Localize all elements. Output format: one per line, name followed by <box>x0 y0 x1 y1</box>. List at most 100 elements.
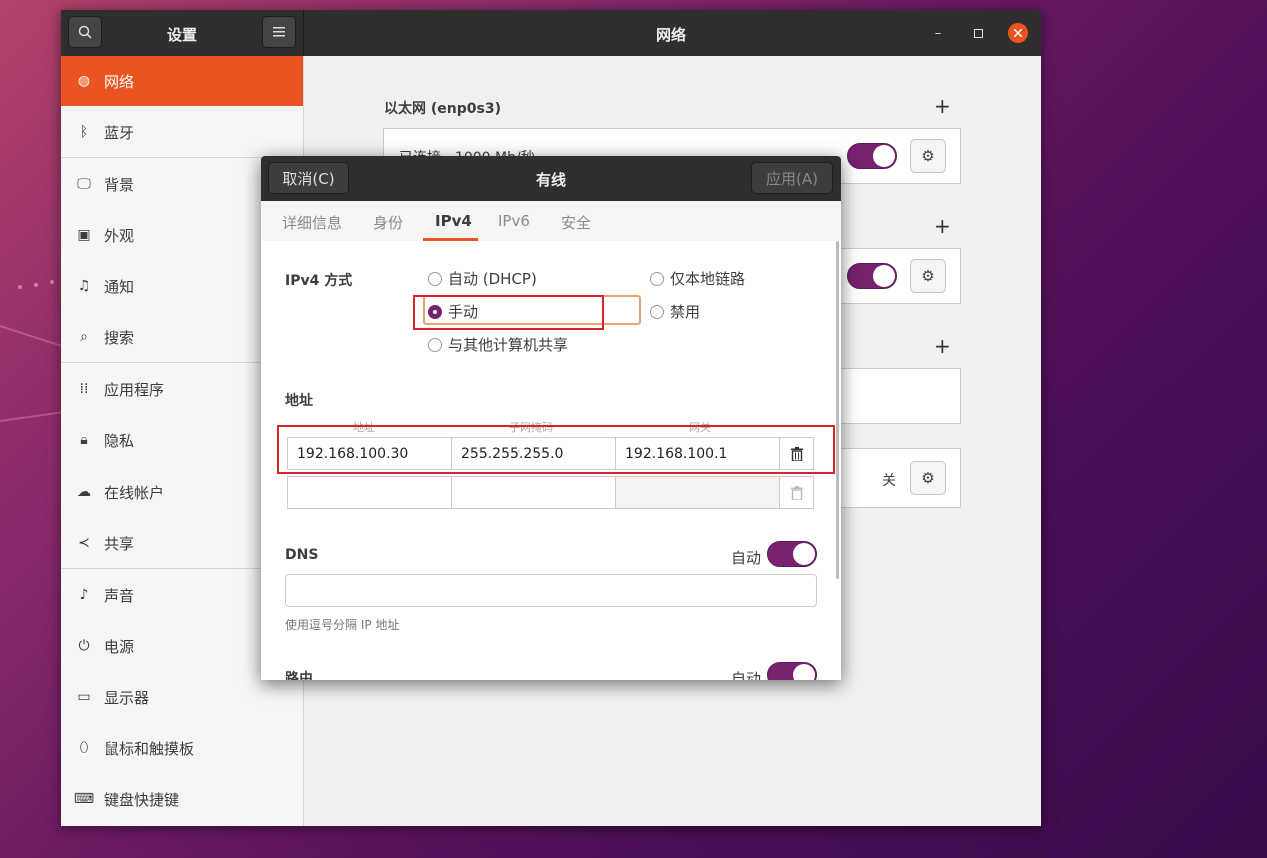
power-icon: ⏻ <box>78 638 90 654</box>
dns-label: DNS <box>285 547 319 563</box>
tab-ipv6[interactable]: IPv6 <box>498 212 530 230</box>
sidebar-item-label: 网络 <box>104 72 135 91</box>
dialog-tabs: 详细信息 身份 IPv4 IPv6 安全 <box>261 201 841 242</box>
search-icon <box>78 25 92 39</box>
sidebar-item-label: 搜索 <box>104 328 135 347</box>
radio-icon <box>428 337 442 352</box>
display-icon: ▭ <box>77 689 91 705</box>
radio-icon <box>650 304 664 319</box>
apps-grid-icon: ⁞⁞ <box>79 381 89 397</box>
plus-icon: + <box>934 334 951 358</box>
ethernet-toggle[interactable] <box>847 143 897 169</box>
mouse-icon: ⬯ <box>79 740 89 756</box>
sidebar-item-bluetooth[interactable]: ᛒ 蓝牙 <box>61 107 303 157</box>
address-input[interactable] <box>287 476 452 509</box>
method-label: 自动 (DHCP) <box>448 270 537 288</box>
gear-icon: ⚙ <box>921 267 935 285</box>
background-icon: 🖵 <box>77 176 91 192</box>
search-button[interactable] <box>68 16 102 48</box>
search-icon: ⌕ <box>80 329 88 345</box>
add-connection-button[interactable]: + <box>934 334 951 358</box>
title-bar: 设置 网络 – <box>61 10 1041 56</box>
ethernet-settings-button[interactable]: ⚙ <box>910 139 946 173</box>
ipv4-method-label: IPv4 方式 <box>285 273 353 289</box>
network-icon: ◍ <box>77 73 91 89</box>
sidebar-item-label: 键盘快捷键 <box>104 790 180 809</box>
menu-button[interactable] <box>262 16 296 48</box>
title-separator <box>303 10 304 56</box>
tab-details[interactable]: 详细信息 <box>282 212 342 233</box>
radio-icon <box>428 271 442 286</box>
proxy-settings-button[interactable]: ⚙ <box>910 461 946 495</box>
sidebar-item-mouse[interactable]: ⬯ 鼠标和触摸板 <box>61 723 303 773</box>
bluetooth-icon: ᛒ <box>79 124 89 140</box>
music-note-icon: ♪ <box>79 587 89 603</box>
tab-ipv4[interactable]: IPv4 <box>435 212 472 230</box>
dialog-header: 取消(C) 有线 应用(A) <box>261 156 841 201</box>
sidebar-item-network[interactable]: ◍ 网络 <box>61 56 303 106</box>
delete-row-button[interactable] <box>780 476 814 509</box>
gear-icon: ⚙ <box>921 469 935 487</box>
method-disable[interactable]: 禁用 <box>650 301 700 322</box>
sidebar-item-label: 外观 <box>104 226 135 245</box>
address-section-label: 地址 <box>285 393 313 409</box>
sidebar-item-label: 声音 <box>104 586 135 605</box>
tab-security[interactable]: 安全 <box>561 212 591 233</box>
route-auto-label: 自动 <box>731 670 762 680</box>
sidebar-item-keyboard[interactable]: ⌨ 键盘快捷键 <box>61 774 303 824</box>
maximize-icon <box>973 28 983 38</box>
radio-icon <box>650 271 664 286</box>
method-auto-dhcp[interactable]: 自动 (DHCP) <box>428 268 537 289</box>
method-link-local[interactable]: 仅本地链路 <box>650 268 745 289</box>
highlight-manual <box>413 295 604 330</box>
method-shared[interactable]: 与其他计算机共享 <box>428 334 568 355</box>
sidebar-item-label: 通知 <box>104 277 135 296</box>
sidebar-item-label: 在线帐户 <box>104 483 165 502</box>
sidebar-title: 设置 <box>167 26 198 44</box>
add-vpn-button[interactable]: + <box>934 214 951 238</box>
address-row-empty <box>287 476 815 509</box>
close-icon <box>1014 29 1022 37</box>
share-icon: ≺ <box>78 535 90 551</box>
close-button[interactable] <box>1008 23 1028 43</box>
netmask-input[interactable] <box>451 476 616 509</box>
hamburger-icon <box>273 27 285 37</box>
gateway-input[interactable] <box>615 476 780 509</box>
vpn-settings-button[interactable]: ⚙ <box>910 259 946 293</box>
bell-icon: ♫ <box>77 278 91 294</box>
wired-dialog: 取消(C) 有线 应用(A) 详细信息 身份 IPv4 IPv6 安全 IPv4… <box>261 156 841 680</box>
apply-button[interactable]: 应用(A) <box>751 162 833 194</box>
tab-identity[interactable]: 身份 <box>373 212 403 233</box>
dns-input[interactable] <box>285 574 817 607</box>
sidebar-item-label: 蓝牙 <box>104 123 135 142</box>
sidebar-item-label: 鼠标和触摸板 <box>104 739 195 758</box>
appearance-icon: ▣ <box>77 227 91 243</box>
maximize-button[interactable] <box>968 23 988 43</box>
route-label: 路由 <box>285 671 313 680</box>
minimize-icon: – <box>934 25 942 41</box>
method-label: 与其他计算机共享 <box>448 336 569 354</box>
dns-auto-toggle[interactable] <box>767 541 817 567</box>
plus-icon: + <box>934 214 951 238</box>
method-label: 仅本地链路 <box>670 270 746 288</box>
proxy-status: 关 <box>882 473 896 489</box>
method-label: 禁用 <box>670 303 701 321</box>
cloud-icon: ☁ <box>77 484 91 500</box>
dns-hint: 使用逗号分隔 IP 地址 <box>285 618 400 632</box>
vpn-toggle[interactable] <box>847 263 897 289</box>
sidebar-item-label: 显示器 <box>104 688 150 707</box>
trash-icon <box>790 485 803 500</box>
ethernet-section-title: 以太网 (enp0s3) <box>384 101 501 117</box>
dns-auto-label: 自动 <box>731 549 762 567</box>
sidebar-item-label: 应用程序 <box>104 380 165 399</box>
highlight-address-row <box>277 425 835 474</box>
route-auto-toggle[interactable] <box>767 662 817 680</box>
sidebar-item-label: 电源 <box>104 637 135 656</box>
plus-icon: + <box>934 94 951 118</box>
lock-icon: 🔒︎ <box>80 432 88 448</box>
sidebar-item-label: 共享 <box>104 534 135 553</box>
add-ethernet-button[interactable]: + <box>934 94 951 118</box>
gear-icon: ⚙ <box>921 147 935 165</box>
scrollbar[interactable] <box>836 241 839 579</box>
minimize-button[interactable]: – <box>928 23 948 43</box>
